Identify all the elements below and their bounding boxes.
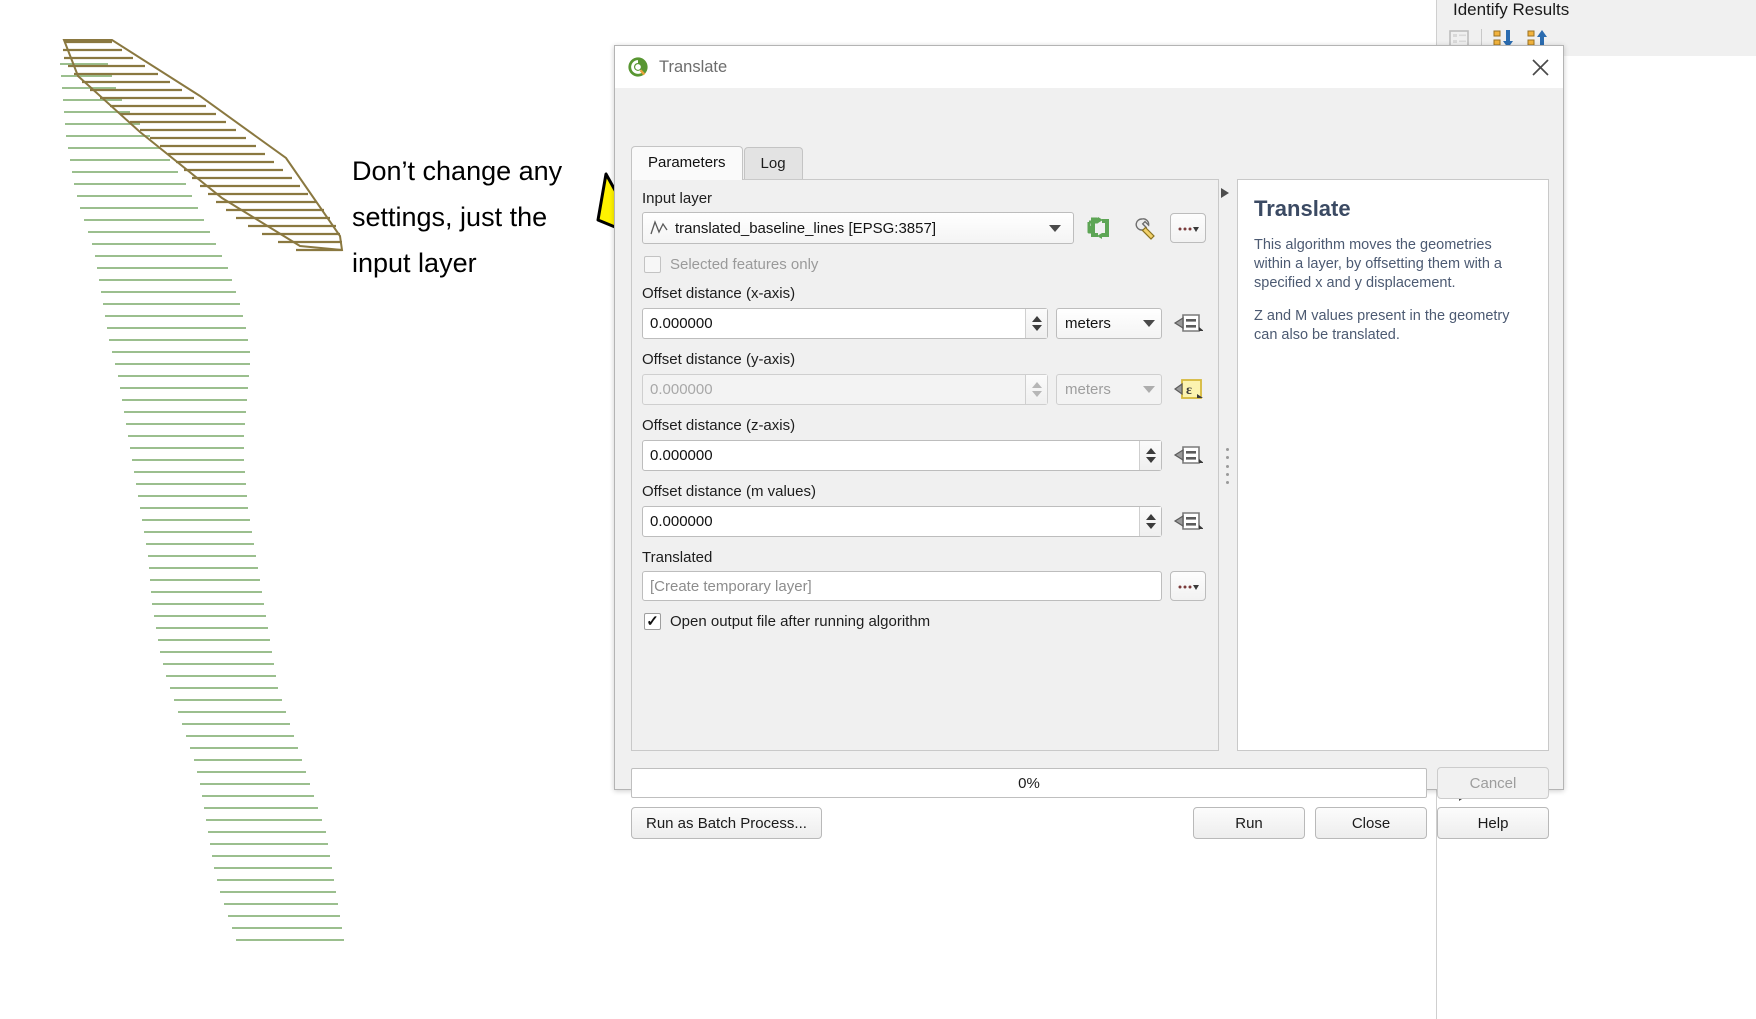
- spin-up-icon[interactable]: [1031, 381, 1042, 388]
- spin-up-icon[interactable]: [1145, 447, 1156, 454]
- open-output-label: Open output file after running algorithm: [670, 613, 931, 630]
- spin-up-icon[interactable]: [1145, 513, 1156, 520]
- chevron-down-icon[interactable]: [1143, 319, 1155, 327]
- spin-down-icon[interactable]: [1145, 456, 1156, 463]
- open-output-row[interactable]: ✓ Open output file after running algorit…: [644, 613, 1206, 630]
- offset-y-row: 0.000000 meters ε: [642, 373, 1206, 405]
- translated-output-label: Translated: [642, 549, 713, 566]
- tab-log[interactable]: Log: [743, 147, 803, 180]
- close-icon[interactable]: [1525, 52, 1555, 82]
- offset-m-label: Offset distance (m values): [642, 483, 816, 500]
- qgis-application-window: Don’t change any settings, just the inpu…: [0, 0, 1756, 1019]
- offset-x-stepper[interactable]: [1025, 308, 1047, 338]
- spin-down-icon[interactable]: [1031, 324, 1042, 331]
- progress-row: 0% Cancel: [631, 767, 1549, 799]
- dialog-body: Parameters Log Input layer translated_ba…: [615, 88, 1563, 839]
- offset-y-input[interactable]: 0.000000: [642, 373, 1048, 405]
- data-defined-override-icon[interactable]: [1170, 505, 1206, 537]
- identify-results-title: Identify Results: [1453, 0, 1570, 19]
- data-defined-override-icon[interactable]: [1170, 307, 1206, 339]
- offset-m-input[interactable]: 0.000000: [642, 505, 1162, 537]
- translated-output-input[interactable]: [Create temporary layer]: [642, 571, 1162, 601]
- checkmark-icon: ✓: [646, 613, 659, 630]
- algorithm-help-panel: Translate This algorithm moves the geome…: [1237, 179, 1549, 751]
- selected-features-only-checkbox[interactable]: [644, 256, 661, 273]
- selected-features-only-label: Selected features only: [670, 256, 819, 273]
- offset-z-label: Offset distance (z-axis): [642, 417, 796, 434]
- spin-down-icon[interactable]: [1145, 522, 1156, 529]
- run-as-batch-button[interactable]: Run as Batch Process...: [631, 807, 822, 839]
- spin-down-icon[interactable]: [1031, 390, 1042, 397]
- offset-x-label: Offset distance (x-axis): [642, 285, 796, 302]
- offset-x-input[interactable]: 0.000000: [642, 307, 1048, 339]
- dialog-titlebar[interactable]: Translate: [615, 46, 1563, 88]
- selected-features-only-row[interactable]: Selected features only: [644, 256, 1206, 273]
- input-layer-browse-button[interactable]: [1170, 213, 1206, 243]
- dialog-tabs: Parameters Log: [631, 146, 804, 180]
- help-paragraph: Z and M values present in the geometry c…: [1254, 308, 1510, 343]
- dialog-title: Translate: [659, 57, 728, 76]
- iterate-over-features-icon[interactable]: [1082, 212, 1118, 244]
- cancel-button[interactable]: Cancel: [1437, 767, 1549, 799]
- input-layer-value: translated_baseline_lines [EPSG:3857]: [675, 219, 937, 237]
- tab-parameters[interactable]: Parameters: [631, 146, 743, 180]
- help-button[interactable]: Help: [1437, 807, 1549, 839]
- panel-splitter-handle[interactable]: [1225, 448, 1229, 484]
- offset-m-value: 0.000000: [650, 512, 713, 530]
- offset-x-unit: meters: [1065, 314, 1111, 332]
- dialog-button-row: Run as Batch Process... Run Close Help: [631, 805, 1549, 841]
- offset-z-row: 0.000000: [642, 439, 1206, 471]
- offset-z-stepper[interactable]: [1139, 440, 1161, 470]
- data-defined-override-icon[interactable]: [1170, 439, 1206, 471]
- run-button[interactable]: Run: [1193, 807, 1305, 839]
- chevron-down-icon[interactable]: [1143, 385, 1155, 393]
- offset-x-unit-combo[interactable]: meters: [1056, 307, 1162, 339]
- open-output-checkbox[interactable]: ✓: [644, 613, 661, 630]
- expand-panel-arrow-icon[interactable]: [1221, 188, 1229, 198]
- close-button[interactable]: Close: [1315, 807, 1427, 839]
- chevron-down-icon[interactable]: [1049, 224, 1061, 232]
- translate-dialog: Translate Parameters Log Input layer tra…: [614, 45, 1564, 839]
- translated-output-row: [Create temporary layer]: [642, 571, 1206, 601]
- input-layer-combo[interactable]: translated_baseline_lines [EPSG:3857]: [642, 212, 1074, 244]
- wrench-icon[interactable]: [1126, 212, 1162, 244]
- line-layer-icon: [650, 220, 668, 235]
- translated-output-placeholder: [Create temporary layer]: [650, 577, 812, 595]
- offset-y-label: Offset distance (y-axis): [642, 351, 796, 368]
- offset-y-stepper[interactable]: [1025, 374, 1047, 404]
- offset-z-input[interactable]: 0.000000: [642, 439, 1162, 471]
- help-paragraph: This algorithm moves the geometries with…: [1254, 237, 1502, 291]
- qgis-logo-icon: [628, 57, 648, 77]
- offset-y-unit-combo[interactable]: meters: [1056, 373, 1162, 405]
- translated-output-browse-button[interactable]: [1170, 571, 1206, 601]
- offset-m-row: 0.000000: [642, 505, 1206, 537]
- spin-up-icon[interactable]: [1031, 315, 1042, 322]
- input-layer-label: Input layer: [642, 190, 713, 207]
- parameters-panel: Input layer translated_baseline_lines [E…: [631, 179, 1219, 751]
- offset-m-stepper[interactable]: [1139, 506, 1161, 536]
- offset-y-unit: meters: [1065, 380, 1111, 398]
- offset-x-row: 0.000000 meters: [642, 307, 1206, 339]
- offset-z-value: 0.000000: [650, 446, 713, 464]
- help-title: Translate: [1254, 196, 1351, 221]
- input-layer-row: translated_baseline_lines [EPSG:3857]: [642, 212, 1206, 244]
- annotation-text: Don’t change any settings, just the inpu…: [352, 156, 570, 278]
- progress-bar: 0%: [631, 768, 1427, 798]
- svg-text:ε: ε: [1186, 383, 1192, 398]
- data-defined-override-active-icon[interactable]: ε: [1170, 373, 1206, 405]
- progress-percent: 0%: [1018, 774, 1040, 792]
- offset-x-value: 0.000000: [650, 314, 713, 332]
- offset-y-value: 0.000000: [650, 380, 713, 398]
